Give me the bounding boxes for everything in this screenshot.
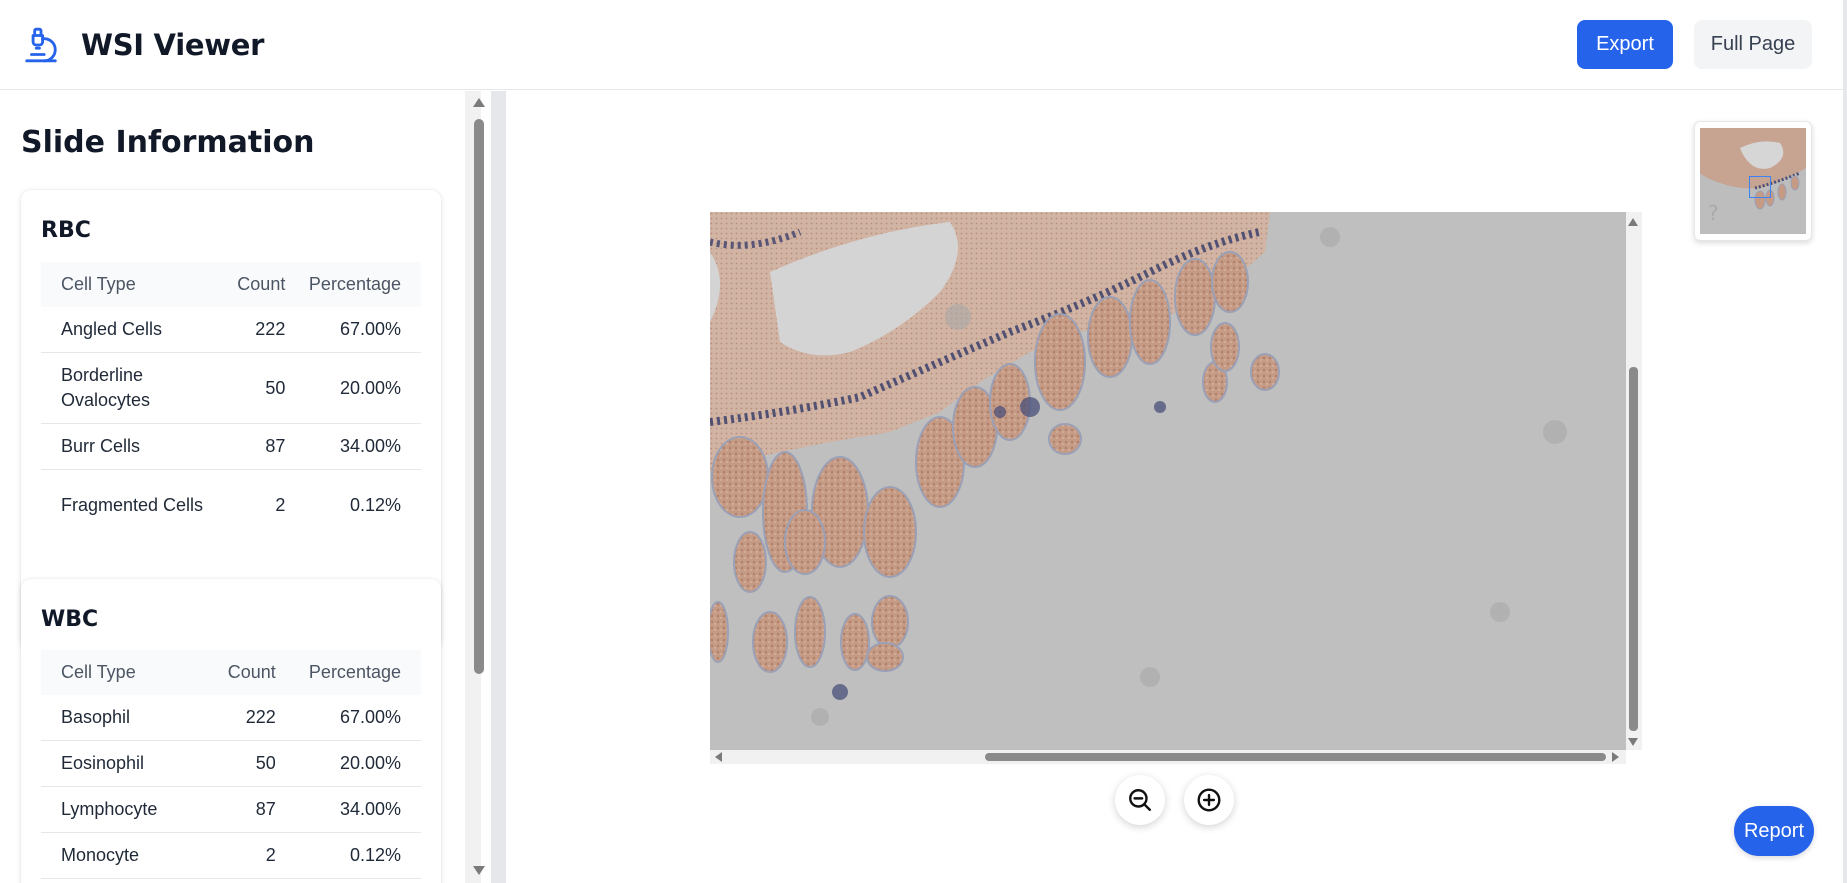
table-header-row: Cell Type Count Percentage	[41, 650, 421, 695]
slide-image-canvas[interactable]	[710, 212, 1626, 750]
column-header-count: Count	[223, 650, 276, 695]
sidebar-scroll-up-arrow-icon[interactable]	[473, 98, 485, 107]
sidebar-scrollbar-thumb[interactable]	[474, 119, 484, 674]
table-row: Angled Cells 222 67.00%	[41, 307, 421, 353]
slide-scroll-up-arrow-icon[interactable]	[1628, 218, 1638, 226]
slide-info-sidebar: Slide Information RBC Cell Type Count Pe…	[0, 91, 465, 883]
report-button[interactable]: Report	[1734, 806, 1814, 856]
cell-percentage: 20.00%	[285, 352, 421, 424]
window-edge	[1843, 0, 1847, 883]
export-button[interactable]: Export	[1577, 20, 1673, 69]
svg-text:?: ?	[1708, 201, 1719, 225]
column-header-percentage: Percentage	[275, 650, 421, 695]
column-header-cell-type: Cell Type	[41, 262, 236, 307]
column-header-count: Count	[236, 262, 286, 307]
wbc-table: Cell Type Count Percentage Basophil 222 …	[41, 650, 421, 879]
app-title: WSI Viewer	[81, 28, 265, 62]
tissue-image	[710, 212, 1626, 750]
cell-count: 50	[223, 740, 276, 787]
sidebar-scroll-down-arrow-icon[interactable]	[473, 866, 485, 875]
rbc-card-title: RBC	[41, 218, 91, 243]
cell-type: Fragmented Cells	[61, 494, 204, 515]
slide-vertical-scrollbar-thumb[interactable]	[1629, 367, 1638, 731]
cell-percentage: 34.00%	[285, 423, 421, 470]
zoom-out-icon	[1129, 789, 1151, 811]
column-header-cell-type: Cell Type	[41, 650, 223, 695]
table-row: Basophil 222 67.00%	[41, 695, 421, 741]
zoom-in-button[interactable]	[1184, 775, 1234, 825]
cell-percentage: 67.00%	[285, 307, 421, 353]
cell-count: 87	[223, 786, 276, 833]
slide-horizontal-scrollbar-thumb[interactable]	[985, 753, 1606, 761]
wbc-card: WBC Cell Type Count Percentage Basophil …	[21, 579, 441, 883]
table-row: Borderline Ovalocytes 50 20.00%	[41, 352, 421, 424]
slide-minimap[interactable]: ?	[1694, 121, 1812, 241]
cell-count: 2	[223, 832, 276, 879]
table-row: Eosinophil 50 20.00%	[41, 740, 421, 787]
slide-scroll-left-arrow-icon[interactable]	[715, 752, 722, 762]
cell-type: Monocyte	[41, 832, 223, 879]
cell-type: Eosinophil	[41, 740, 223, 787]
minimap-viewport-indicator[interactable]	[1749, 176, 1771, 198]
table-row: Monocyte 2 0.12%	[41, 832, 421, 879]
cell-percentage: 0.12%	[275, 832, 421, 879]
slide-scroll-right-arrow-icon[interactable]	[1612, 752, 1619, 762]
wbc-card-title: WBC	[41, 607, 99, 632]
panel-resize-divider[interactable]	[491, 91, 506, 883]
cell-type: Basophil	[41, 695, 223, 741]
table-header-row: Cell Type Count Percentage	[41, 262, 421, 307]
cell-count: 2	[275, 494, 286, 515]
sidebar-title: Slide Information	[21, 125, 315, 160]
table-row: Burr Cells 87 34.00%	[41, 423, 421, 470]
table-row: Fragmented Cells 2 0.12%	[41, 470, 421, 541]
cell-count: 87	[236, 423, 286, 470]
microscope-icon	[25, 27, 57, 63]
cell-percentage: 0.12%	[349, 494, 401, 515]
cell-type: Lymphocyte	[41, 786, 223, 833]
cell-type: Borderline Ovalocytes	[41, 352, 236, 424]
cell-count: 222	[223, 695, 276, 741]
cell-count: 50	[236, 352, 286, 424]
rbc-table: Cell Type Count Percentage Angled Cells …	[41, 262, 421, 540]
cell-percentage: 20.00%	[275, 740, 421, 787]
cell-type: Burr Cells	[41, 423, 236, 470]
zoom-out-button[interactable]	[1115, 775, 1165, 825]
cell-percentage: 67.00%	[275, 695, 421, 741]
slide-scroll-down-arrow-icon[interactable]	[1628, 738, 1638, 746]
cell-count: 222	[236, 307, 286, 353]
app-header: WSI Viewer Export Full Page	[0, 0, 1847, 90]
cell-percentage: 34.00%	[275, 786, 421, 833]
cell-type: Angled Cells	[41, 307, 236, 353]
full-page-button[interactable]: Full Page	[1694, 20, 1812, 69]
zoom-in-icon	[1197, 788, 1221, 812]
table-row: Lymphocyte 87 34.00%	[41, 786, 421, 833]
column-header-percentage: Percentage	[285, 262, 421, 307]
